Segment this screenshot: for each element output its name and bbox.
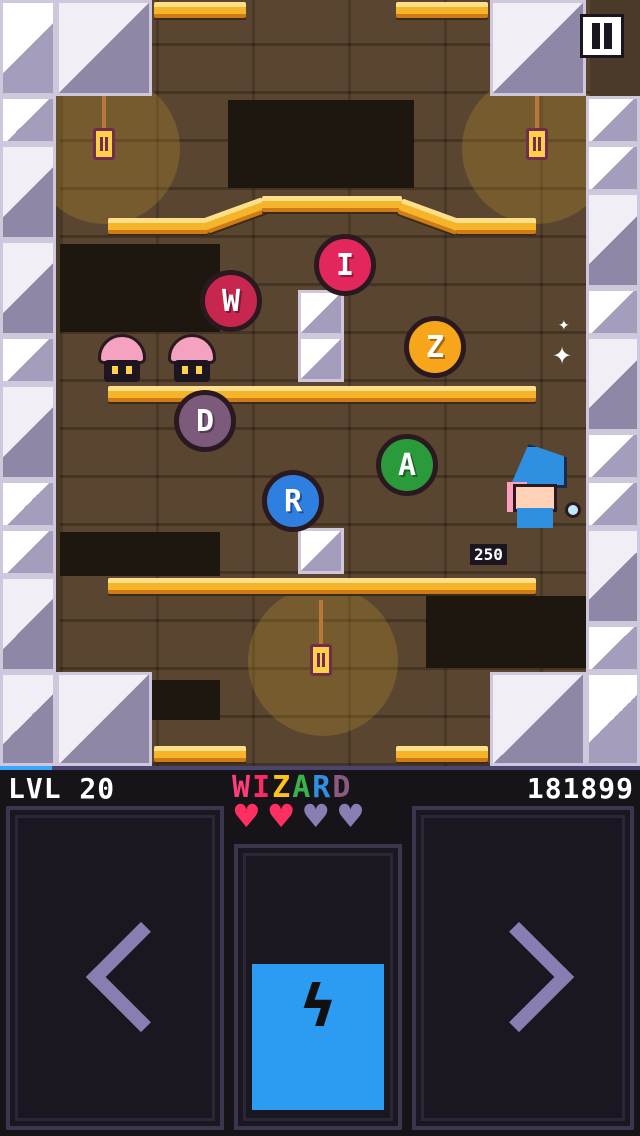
stone-block bbox=[56, 672, 152, 766]
stone-block bbox=[0, 240, 56, 336]
wand-orb bbox=[565, 502, 581, 518]
lives-hearts: ♥ ♥ ♥ ♥ bbox=[232, 800, 365, 832]
platform bbox=[108, 218, 208, 234]
stone-block bbox=[586, 480, 640, 528]
stone-block bbox=[586, 528, 640, 624]
energy-meter: ϟ bbox=[252, 964, 384, 1110]
pause-icon-bar bbox=[604, 23, 612, 49]
stone-block bbox=[0, 96, 56, 144]
stone-block bbox=[298, 528, 344, 574]
stone-block bbox=[490, 672, 586, 766]
pause-button[interactable] bbox=[580, 14, 624, 58]
shelf bbox=[426, 596, 592, 668]
lantern-chain bbox=[535, 96, 539, 128]
lantern bbox=[526, 128, 548, 160]
score-popup: 250 bbox=[470, 544, 507, 565]
stone-block bbox=[0, 528, 56, 576]
enemy-shell-creature bbox=[94, 334, 150, 382]
letter-bubble-z: Z bbox=[404, 316, 466, 378]
letter-bubble-i: I bbox=[314, 234, 376, 296]
shelf bbox=[228, 100, 414, 188]
stone-block bbox=[0, 672, 56, 766]
platform bbox=[108, 578, 536, 594]
wizard-player bbox=[495, 444, 585, 528]
stone-block bbox=[586, 624, 640, 672]
sparkle-icon: ✦ bbox=[558, 318, 570, 334]
stone-block bbox=[586, 288, 640, 336]
letter-bubble-w: W bbox=[200, 270, 262, 332]
platform bbox=[154, 2, 246, 18]
platform bbox=[108, 386, 536, 402]
stone-block bbox=[0, 0, 56, 96]
hud-panel: LVL 20 WIZARD 181899 ♥ ♥ ♥ ♥ ϟ bbox=[0, 766, 640, 1136]
platform bbox=[262, 196, 402, 212]
stone-block bbox=[0, 576, 56, 672]
stone-block bbox=[0, 144, 56, 240]
heart-empty-icon: ♥ bbox=[336, 797, 365, 835]
stone-block bbox=[298, 336, 344, 382]
score-value: 181899 bbox=[526, 772, 634, 805]
heart-empty-icon: ♥ bbox=[301, 797, 331, 835]
shelf bbox=[60, 532, 220, 576]
platform bbox=[456, 218, 536, 234]
game-viewport: W I Z D A R ✦ ✦ 250 bbox=[0, 0, 640, 766]
lantern bbox=[93, 128, 115, 160]
heart-full-icon: ♥ bbox=[232, 797, 261, 835]
stone-block bbox=[586, 336, 640, 432]
lantern bbox=[310, 644, 332, 676]
letter-bubble-r: R bbox=[262, 470, 324, 532]
level-label: LVL 20 bbox=[8, 772, 116, 805]
platform bbox=[154, 746, 246, 762]
stone-block bbox=[0, 480, 56, 528]
lantern-chain bbox=[102, 96, 106, 128]
stone-block bbox=[586, 192, 640, 288]
letter-bubble-d: D bbox=[174, 390, 236, 452]
stone-block bbox=[490, 0, 586, 96]
wizard-robe bbox=[517, 508, 553, 528]
platform bbox=[396, 746, 488, 762]
sparkle-icon: ✦ bbox=[552, 342, 573, 370]
stone-block bbox=[586, 144, 640, 192]
stone-block bbox=[298, 290, 344, 336]
lightning-icon: ϟ bbox=[298, 972, 338, 1040]
lantern-chain bbox=[319, 600, 323, 646]
heart-full-icon: ♥ bbox=[266, 797, 296, 835]
stone-block bbox=[586, 96, 640, 144]
platform bbox=[396, 2, 488, 18]
cast-spell-button[interactable]: ϟ bbox=[234, 844, 402, 1130]
move-left-button[interactable] bbox=[6, 806, 224, 1130]
stone-block bbox=[56, 0, 152, 96]
stone-block bbox=[0, 336, 56, 384]
move-right-button[interactable] bbox=[412, 806, 634, 1130]
stone-block bbox=[0, 384, 56, 480]
stone-block bbox=[586, 672, 640, 766]
enemy-shell-creature bbox=[164, 334, 220, 382]
pause-icon bbox=[592, 23, 600, 49]
shelf bbox=[60, 244, 220, 332]
stone-block bbox=[586, 432, 640, 480]
letter-bubble-a: A bbox=[376, 434, 438, 496]
